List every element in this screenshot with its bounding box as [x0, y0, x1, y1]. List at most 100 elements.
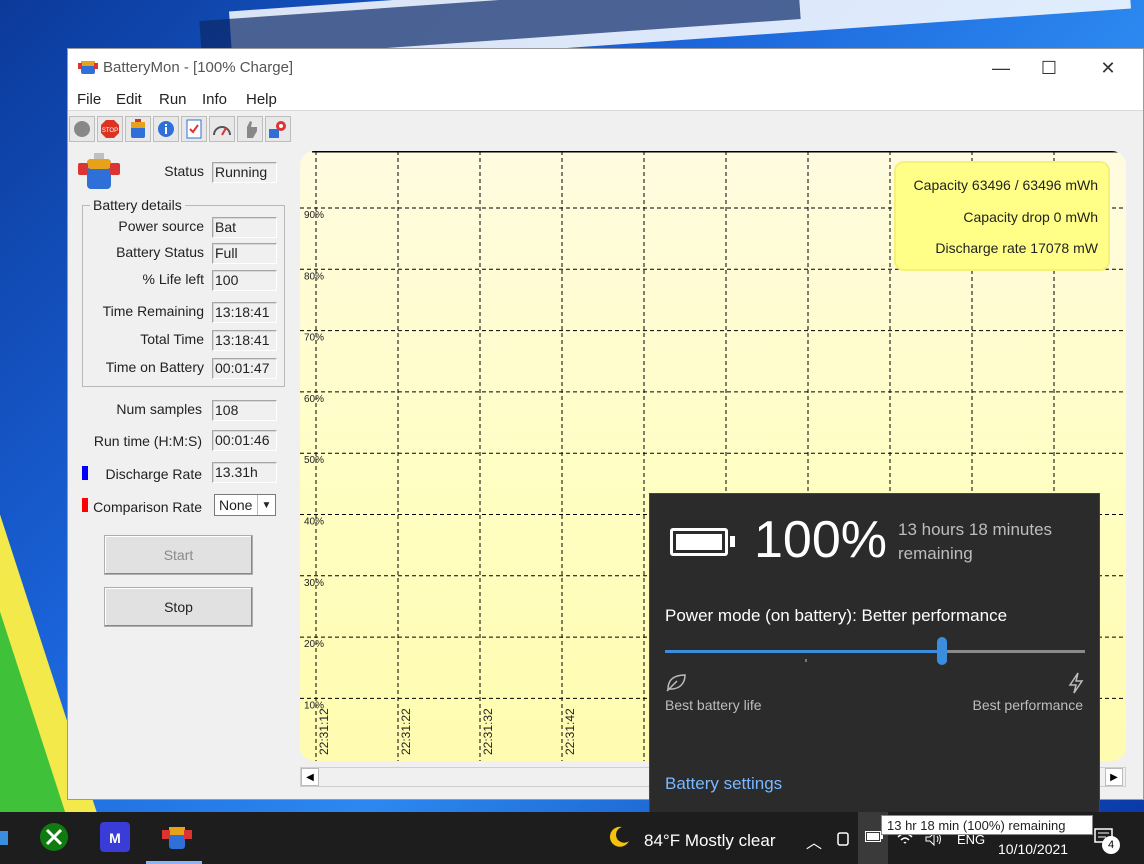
- capacity-drop-text: Capacity drop 0 mWh: [963, 209, 1098, 225]
- taskbar-app-partial[interactable]: [0, 820, 10, 854]
- settings-icon: [269, 121, 286, 138]
- comparison-rate-label: Comparison Rate: [93, 499, 202, 515]
- ma-app-icon[interactable]: M: [98, 820, 132, 854]
- battery-remaining-text: 13 hours 18 minutes remaining: [898, 520, 1053, 563]
- stop-run-button[interactable]: Stop: [104, 587, 253, 627]
- capacity-text: Capacity 63496 / 63496 mWh: [913, 177, 1098, 193]
- start-button[interactable]: Start: [104, 535, 253, 575]
- run-time-label: Run time (H:M:S): [93, 433, 202, 449]
- y-tick-label: 90%: [304, 210, 324, 221]
- notification-count-badge: 4: [1102, 836, 1120, 854]
- record-icon: [74, 121, 90, 137]
- info-button[interactable]: [153, 116, 179, 142]
- settings-button[interactable]: [265, 116, 291, 142]
- power-mode-slider-track[interactable]: [943, 650, 1085, 653]
- battery-percent: 100%: [754, 511, 887, 569]
- title-bar: BatteryMon - [100% Charge] — ☐ ✕: [68, 49, 1143, 87]
- hand-icon: [247, 121, 257, 138]
- power-source-label: Power source: [118, 218, 204, 234]
- life-left-field: 100: [212, 270, 277, 291]
- power-mode-label: Power mode (on battery): Better performa…: [665, 606, 1008, 625]
- svg-text:STOP: STOP: [102, 128, 118, 134]
- total-time-field: 13:18:41: [212, 330, 277, 351]
- battery-tooltip: 13 hr 18 min (100%) remaining: [881, 815, 1093, 835]
- num-samples-label: Num samples: [116, 401, 202, 417]
- info-icon: [158, 121, 174, 137]
- x-tick-label: 22:31:32: [481, 708, 495, 755]
- menu-edit[interactable]: Edit: [116, 91, 142, 108]
- life-left-label: % Life left: [142, 271, 204, 287]
- discharge-rate-field: 13.31h: [212, 462, 277, 483]
- lightning-icon: [1068, 672, 1084, 694]
- time-remaining-field: 13:18:41: [212, 302, 277, 323]
- x-tick-label: 22:31:42: [563, 708, 577, 755]
- xbox-icon[interactable]: [37, 820, 71, 854]
- scroll-left-icon[interactable]: ◀: [301, 768, 319, 786]
- menu-file[interactable]: File: [77, 91, 101, 108]
- svg-text:M: M: [109, 830, 121, 846]
- battery-app-icon: [78, 153, 120, 189]
- power-source-field: Bat: [212, 217, 277, 238]
- meet-now-icon[interactable]: [836, 830, 852, 848]
- toolbar: STOP: [68, 114, 300, 146]
- close-button[interactable]: ✕: [1079, 49, 1137, 87]
- batterymon-taskbar-icon[interactable]: [160, 820, 194, 854]
- maximize-button[interactable]: ☐: [1020, 49, 1078, 87]
- ma-app-logo: M: [100, 822, 130, 852]
- battery-button[interactable]: [125, 116, 151, 142]
- power-mode-slider-thumb[interactable]: [937, 637, 947, 665]
- best-performance-label: Best performance: [972, 697, 1084, 713]
- x-axis-labels: 22:31:12 22:31:22 22:31:32 22:31:42: [317, 708, 577, 755]
- batterymon-icon: [162, 827, 192, 849]
- discharge-rate-label: Discharge Rate: [105, 466, 203, 482]
- slider-tick: [805, 659, 807, 662]
- y-tick-label: 30%: [304, 578, 324, 589]
- weather-text[interactable]: 84°F Mostly clear: [644, 831, 776, 851]
- gauge-button[interactable]: [209, 116, 235, 142]
- run-time-field: 00:01:46: [212, 430, 277, 451]
- checklist-button[interactable]: [181, 116, 207, 142]
- record-button[interactable]: [69, 116, 95, 142]
- menu-bar: File Edit Run Info Help: [68, 87, 1143, 111]
- menu-help[interactable]: Help: [246, 91, 277, 108]
- battery-status-label: Battery Status: [116, 244, 204, 260]
- status-field: Running: [212, 162, 277, 183]
- comparison-rate-value: None: [219, 497, 253, 513]
- menu-info[interactable]: Info: [202, 91, 227, 108]
- chevron-up-icon[interactable]: ︿: [806, 829, 822, 853]
- num-samples-field: 108: [212, 400, 277, 421]
- comparison-rate-select[interactable]: None ▼: [214, 494, 276, 516]
- battery-full-icon: [670, 528, 728, 556]
- stop-icon: STOP: [101, 120, 119, 138]
- taskbar-date[interactable]: 10/10/2021: [998, 841, 1068, 857]
- y-tick-label: 60%: [304, 394, 324, 405]
- best-battery-life-label: Best battery life: [665, 697, 762, 713]
- status-label: Status: [164, 163, 204, 179]
- battery-details-legend: Battery details: [90, 197, 185, 213]
- gauge-icon: [213, 126, 231, 136]
- battery-tip: [730, 536, 735, 547]
- battery-icon: [131, 119, 145, 138]
- hand-button[interactable]: [237, 116, 263, 142]
- total-time-label: Total Time: [140, 331, 204, 347]
- window-title: BatteryMon - [100% Charge]: [103, 59, 294, 76]
- xbox-logo: [40, 823, 68, 851]
- scroll-right-icon[interactable]: ▶: [1105, 768, 1123, 786]
- y-tick-label: 40%: [304, 517, 324, 528]
- chevron-down-icon[interactable]: ▼: [257, 495, 275, 515]
- moon-icon[interactable]: [606, 824, 632, 850]
- time-remaining-label: Time Remaining: [102, 303, 204, 319]
- stop-button[interactable]: STOP: [97, 116, 123, 142]
- y-tick-label: 50%: [304, 455, 324, 466]
- checklist-icon: [186, 119, 202, 139]
- time-on-battery-label: Time on Battery: [105, 359, 204, 375]
- chart-info-box: Capacity 63496 / 63496 mWh Capacity drop…: [894, 161, 1110, 271]
- batterymon-icon: [78, 61, 98, 74]
- battery-settings-link[interactable]: Battery settings: [665, 774, 782, 794]
- y-tick-label: 80%: [304, 271, 324, 282]
- power-mode-slider-fill[interactable]: [665, 650, 943, 653]
- time-on-battery-field: 00:01:47: [212, 358, 277, 379]
- y-axis-labels: 90%80%70%60%50%40%30%20%10%: [304, 210, 324, 711]
- menu-run[interactable]: Run: [159, 91, 187, 108]
- battery-status-field: Full: [212, 243, 277, 264]
